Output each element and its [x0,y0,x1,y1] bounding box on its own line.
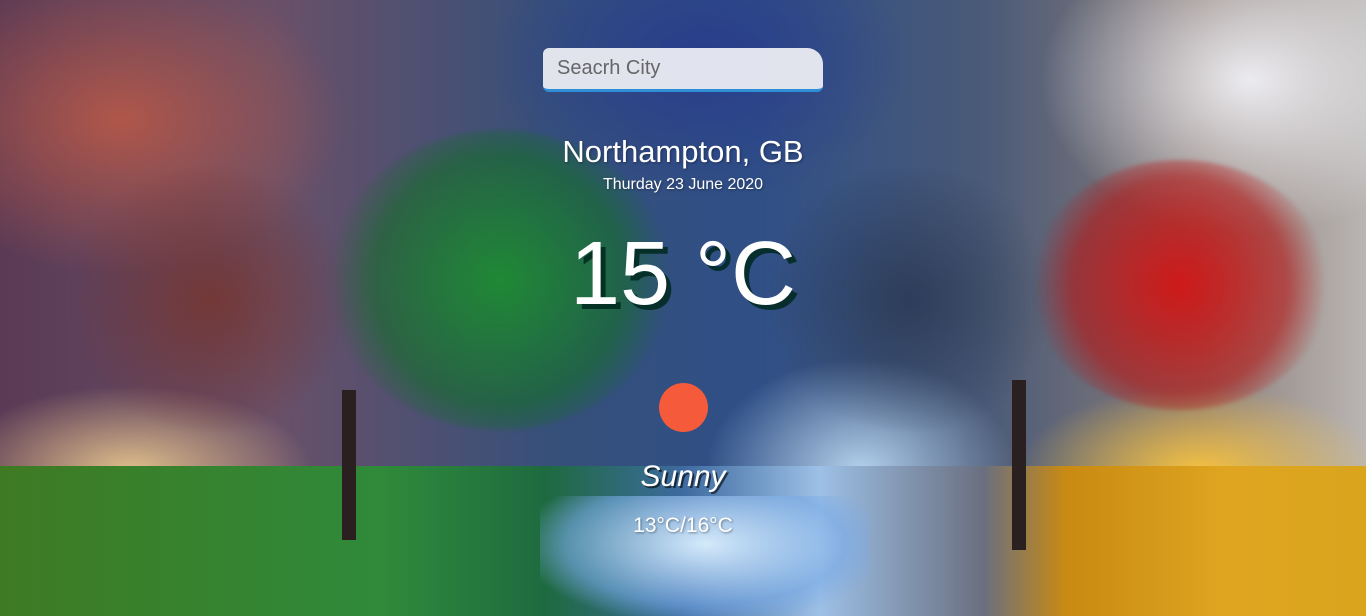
temperature: 15 °C [569,224,797,324]
date-text: Thurday 23 June 2020 [602,176,764,193]
weather-condition: Sunny [640,460,726,493]
location-name: Northampton, GB [562,134,804,169]
sun-icon [659,383,708,432]
search-box [543,48,823,92]
temperature-range: 13°C/16°C [633,514,733,537]
search-city-input[interactable] [543,48,823,92]
